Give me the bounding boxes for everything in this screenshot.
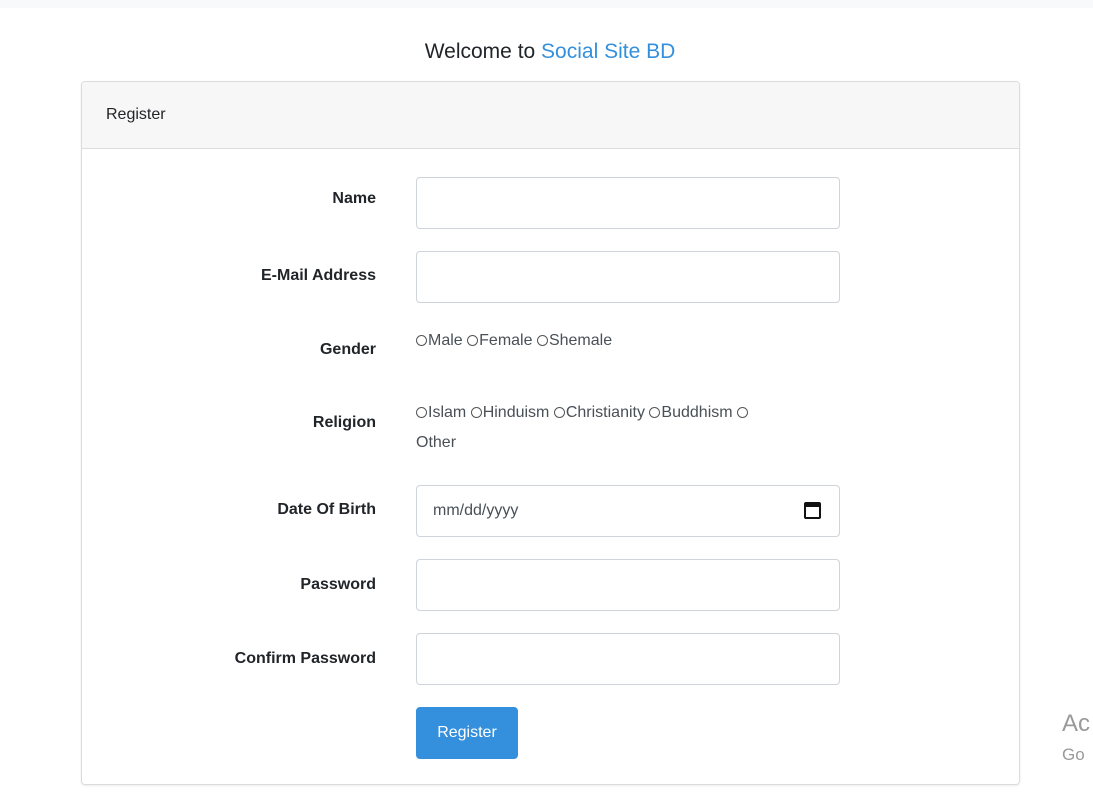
radio-circle[interactable] bbox=[649, 407, 661, 418]
activation-watermark-line2: Go bbox=[1062, 745, 1085, 764]
religion-option-label: Buddhism bbox=[661, 404, 733, 421]
password-input[interactable] bbox=[416, 559, 840, 611]
gender-option-label: Shemale bbox=[548, 332, 613, 349]
gender-option-male[interactable]: Male bbox=[416, 332, 463, 349]
religion-option-label: Other bbox=[416, 434, 457, 451]
card-header: Register bbox=[82, 82, 1019, 149]
religion-option-label: Christianity bbox=[565, 404, 645, 421]
radio-circle[interactable] bbox=[467, 335, 479, 346]
calendar-icon[interactable] bbox=[804, 502, 821, 519]
email-input[interactable] bbox=[416, 251, 840, 303]
gender-option-female[interactable]: Female bbox=[467, 332, 533, 349]
dob-input[interactable]: mm/dd/yyyy bbox=[416, 485, 840, 537]
dob-label: Date Of Birth bbox=[277, 501, 376, 518]
radio-circle[interactable] bbox=[416, 407, 427, 418]
register-button[interactable]: Register bbox=[416, 707, 518, 759]
name-label: Name bbox=[332, 190, 376, 207]
name-input[interactable] bbox=[416, 177, 840, 229]
confirm-password-input[interactable] bbox=[416, 633, 840, 685]
religion-option-label: Islam bbox=[428, 404, 467, 421]
password-label: Password bbox=[300, 576, 376, 593]
card-title: Register bbox=[106, 106, 166, 123]
activation-watermark-line1: Ac bbox=[1062, 710, 1091, 737]
email-label: E-Mail Address bbox=[261, 267, 376, 284]
welcome-prefix: Welcome to bbox=[424, 40, 542, 63]
brand-name: Social Site BD bbox=[541, 40, 676, 63]
religion-label: Religion bbox=[312, 414, 376, 431]
religion-option-christianity[interactable]: Christianity bbox=[553, 404, 645, 421]
radio-circle[interactable] bbox=[737, 407, 749, 418]
gender-option-label: Male bbox=[428, 332, 463, 349]
radio-circle[interactable] bbox=[416, 335, 427, 346]
page-title: Welcome to Social Site BD bbox=[0, 40, 1093, 64]
dob-placeholder: mm/dd/yyyy bbox=[433, 502, 519, 519]
radio-circle[interactable] bbox=[553, 407, 565, 418]
register-card: Register Name E-Mail Address Gender Male… bbox=[81, 81, 1020, 785]
gender-radio-group: Male Female Shemale bbox=[416, 326, 846, 356]
top-strip bbox=[0, 0, 1093, 8]
religion-option-hinduism[interactable]: Hinduism bbox=[470, 404, 550, 421]
gender-label: Gender bbox=[319, 341, 376, 358]
religion-option-buddhism[interactable]: Buddhism bbox=[649, 404, 733, 421]
religion-radio-group: Islam Hinduism Christianity Buddhism Oth… bbox=[416, 398, 836, 458]
radio-circle[interactable] bbox=[470, 407, 482, 418]
religion-option-label: Hinduism bbox=[482, 404, 550, 421]
radio-circle[interactable] bbox=[536, 335, 548, 346]
gender-option-shemale[interactable]: Shemale bbox=[536, 332, 613, 349]
gender-option-label: Female bbox=[479, 332, 533, 349]
confirm-password-label: Confirm Password bbox=[234, 650, 376, 667]
religion-option-islam[interactable]: Islam bbox=[416, 404, 466, 421]
